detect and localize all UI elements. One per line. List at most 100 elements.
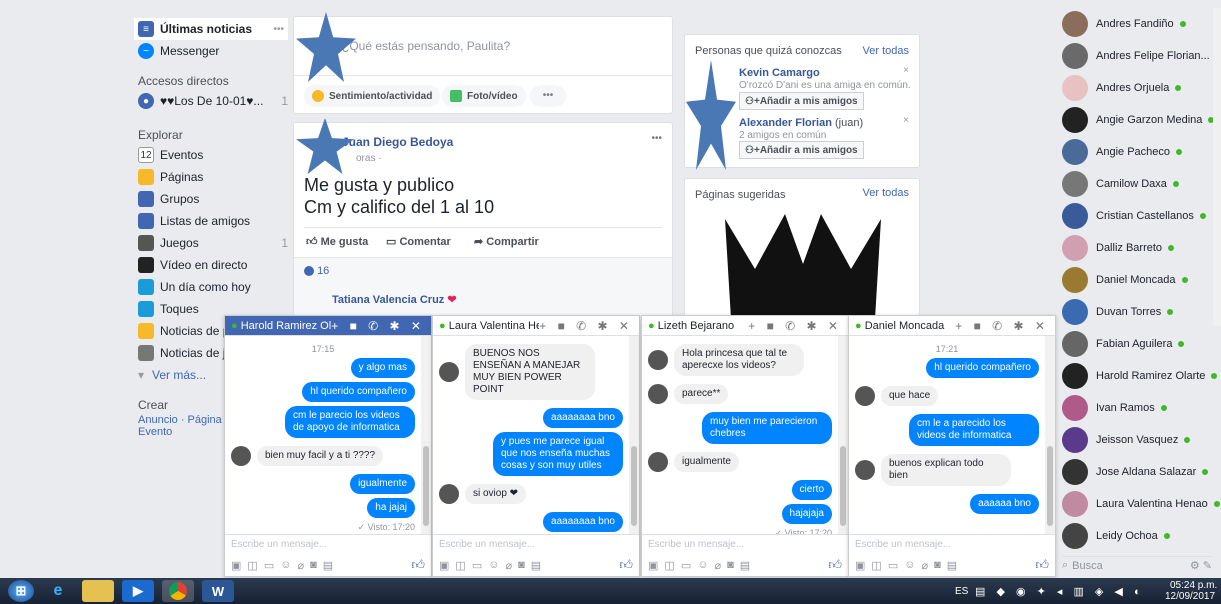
contact-item[interactable]: Ivan Ramos [1062,392,1212,424]
sticker-icon[interactable]: ◫ [664,559,674,572]
chat-contact-name[interactable]: ● Lizeth Bejarano [648,320,748,332]
sticker-icon[interactable]: ◫ [455,559,465,572]
contact-item[interactable]: Andres Felipe Florian... [1062,40,1221,72]
contact-item[interactable]: Laura Valentina Henao [1062,488,1220,520]
commenter-name[interactable]: Tatiana Valencia Cruz ❤ [332,293,457,306]
contact-item[interactable]: Cristian Castellanos [1062,200,1212,232]
reaction-count[interactable]: 16 [304,265,329,277]
settings-icon[interactable]: ⚙ ✎ [1190,559,1212,572]
chat-contact-name[interactable]: ● Harold Ramirez Olarte [231,320,331,332]
calendar-icon[interactable]: ▤ [323,559,333,572]
image-icon[interactable]: ▣ [231,559,241,572]
calendar-icon[interactable]: ▤ [531,559,541,572]
emoji-icon[interactable]: ☺ [280,559,291,571]
message-input[interactable]: Escribe un mensaje... [849,534,1055,554]
add-friend-button[interactable]: ⚇+ Añadir a mis amigos [739,141,864,159]
composer-input[interactable]: ¿Qué estás pensando, Paulita? [342,39,510,53]
person-name[interactable]: Kevin Camargo [739,67,820,79]
language-indicator[interactable]: ES [955,586,968,597]
comment-button[interactable]: ▭ Comentar [386,235,451,248]
chat-header[interactable]: ● Harold Ramirez Olarte+ ■ ✆ ✱ ✕ [225,316,431,336]
chat-window[interactable]: ● Lizeth Bejarano + ■ ✆ ✱ ✕ Hola princesa … [641,315,849,577]
pages-see-all[interactable]: Ver todas [863,187,909,199]
chat-header[interactable]: ● Lizeth Bejarano + ■ ✆ ✱ ✕ [642,316,848,336]
tray-icons[interactable]: ▤ ◆ ◉ ✦ ◂ ▥ ◈ ◀ ◐ [975,585,1145,598]
start-button[interactable]: ⊞ [8,580,34,602]
clock-date[interactable]: 12/09/2017 [1165,591,1215,602]
sticker-icon[interactable]: ◫ [871,559,881,572]
image-icon[interactable]: ▣ [439,559,449,572]
nav-explore-item[interactable]: Páginas [138,166,288,188]
nav-explore-item[interactable]: Juegos 1 [138,232,288,254]
attach-icon[interactable]: ⌀ [921,559,928,572]
chat-scrollbar[interactable] [1045,336,1055,534]
contact-item[interactable]: Leidy Ochoa [1062,520,1212,552]
news-more-icon[interactable]: ••• [273,24,288,35]
attach-icon[interactable]: ⌀ [505,559,512,572]
search-input[interactable]: ⌕ Busca ⚙ ✎ [1062,556,1212,574]
composer-more-button[interactable]: ••• [530,85,566,107]
nav-explore-item[interactable]: Listas de amigos [138,210,288,232]
camera-icon[interactable]: ◙ [934,559,941,571]
scrollbar[interactable] [1213,8,1221,326]
chat-controls-icons[interactable]: + ■ ✆ ✱ ✕ [748,319,842,333]
nav-explore-item[interactable]: 12 Eventos [138,144,288,166]
chat-header[interactable]: ● Daniel Moncada + ■ ✆ ✱ ✕ [849,316,1055,336]
contact-item[interactable]: Jeisson Vasquez [1062,424,1212,456]
close-icon[interactable]: × [903,115,909,126]
emoji-icon[interactable]: ☺ [488,559,499,571]
message-input[interactable]: Escribe un mensaje... [225,534,431,554]
chrome-icon[interactable] [162,580,194,602]
media-player-icon[interactable]: ▶ [122,580,154,602]
chat-window[interactable]: ● Harold Ramirez Olarte+ ■ ✆ ✱ ✕ 17:15 y a… [224,315,432,577]
gif-icon[interactable]: ▭ [472,559,482,572]
feeling-button[interactable]: Sentimiento/actividad [304,85,441,107]
post-more-icon[interactable]: ••• [651,133,662,144]
chat-scrollbar[interactable] [421,336,431,534]
thumbs-up-icon[interactable]: 👍︎ [1035,557,1049,573]
gif-icon[interactable]: ▭ [264,559,274,572]
camera-icon[interactable]: ◙ [310,559,317,571]
explorer-icon[interactable] [82,580,114,602]
contact-item[interactable]: Fabian Aguilera [1062,328,1212,360]
emoji-icon[interactable]: ☺ [904,559,915,571]
contact-item[interactable]: Daniel Moncada [1062,264,1212,296]
nav-explore-item[interactable]: Grupos [138,188,288,210]
add-friend-button[interactable]: ⚇+ Añadir a mis amigos [739,92,864,110]
calendar-icon[interactable]: ▤ [740,559,750,572]
image-icon[interactable]: ▣ [648,559,658,572]
camera-icon[interactable]: ◙ [518,559,525,571]
contact-item[interactable]: Camilow Daxa [1062,168,1212,200]
sticker-icon[interactable]: ◫ [247,559,257,572]
contact-item[interactable]: Andres Orjuela [1062,72,1212,104]
chat-scrollbar[interactable] [838,336,848,534]
chat-window[interactable]: ● Laura Valentina Hena+ ■ ✆ ✱ ✕ BUENOS NO… [432,315,640,577]
message-input[interactable]: Escribe un mensaje... [433,534,639,554]
chat-controls-icons[interactable]: + ■ ✆ ✱ ✕ [539,319,633,333]
contact-item[interactable]: Andres Fandiño [1062,8,1212,40]
nav-explore-item[interactable]: Vídeo en directo [138,254,288,276]
nav-news[interactable]: ≡ Últimas noticias ••• [134,18,288,40]
people-see-all[interactable]: Ver todas [863,45,909,57]
chat-contact-name[interactable]: ● Laura Valentina Hena [439,320,539,332]
message-input[interactable]: Escribe un mensaje... [642,534,848,554]
crown-image[interactable] [695,209,911,318]
calendar-icon[interactable]: ▤ [947,559,957,572]
thumbs-up-icon[interactable]: 👍︎ [619,557,633,573]
chat-contact-name[interactable]: ● Daniel Moncada [855,320,955,332]
ie-icon[interactable]: e [42,580,74,602]
like-button[interactable]: 👍︎ Me gusta [306,235,368,248]
post-author[interactable]: Juan Diego Bedoya [342,135,453,149]
camera-icon[interactable]: ◙ [727,559,734,571]
chat-controls-icons[interactable]: + ■ ✆ ✱ ✕ [331,319,425,333]
close-icon[interactable]: × [903,65,909,76]
thumbs-up-icon[interactable]: 👍︎ [828,557,842,573]
contact-item[interactable]: Angie Pacheco [1062,136,1212,168]
contact-item[interactable]: Dalliz Barreto [1062,232,1212,264]
image-icon[interactable]: ▣ [855,559,865,572]
chat-scrollbar[interactable] [629,336,639,534]
person-name[interactable]: Alexander Florian (juan) [739,117,863,129]
gif-icon[interactable]: ▭ [681,559,691,572]
contact-item[interactable]: Duvan Torres [1062,296,1212,328]
clock-time[interactable]: 05:24 p.m. [1170,580,1217,591]
